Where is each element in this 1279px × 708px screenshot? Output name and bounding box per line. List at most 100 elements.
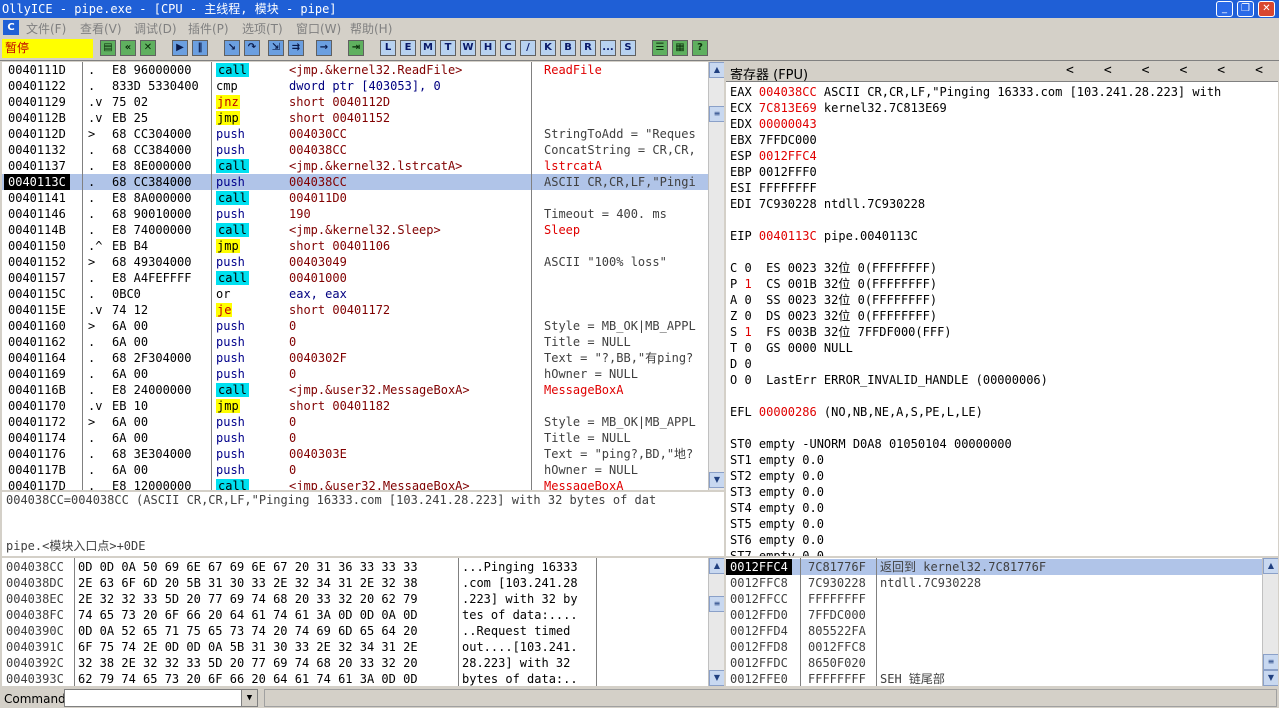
disasm-row[interactable]: 00401170 .v EB 10 jmp short 00401182 — [2, 398, 708, 414]
stack-row[interactable]: 0012FFCC FFFFFFFF — [726, 591, 1262, 607]
register-line[interactable]: ST2 empty 0.0 — [730, 468, 824, 484]
menu-debug[interactable]: 调试(D) — [134, 20, 177, 37]
register-line[interactable]: ST3 empty 0.0 — [730, 484, 824, 500]
disasm-row[interactable]: 00401174. 6A 00 push 0 Title = NULL — [2, 430, 708, 446]
stack-scroll-down-icon[interactable]: ▼ — [1263, 670, 1278, 686]
stack-row[interactable]: 0012FFD8 0012FFC8 — [726, 639, 1262, 655]
restart-icon[interactable]: « — [120, 40, 136, 56]
disasm-scrollbar[interactable]: ▲ ≡ ▼ — [708, 62, 724, 490]
register-line[interactable]: EAX 004038CC ASCII CR,CR,LF,"Pinging 163… — [730, 84, 1221, 100]
disasm-row[interactable]: 00401146. 68 90010000 push 190 Timeout = 400… — [2, 206, 708, 222]
references-window-button[interactable]: R — [580, 40, 596, 56]
register-line[interactable]: ECX 7C813E69 kernel32.7C813E69 — [730, 100, 947, 116]
menu-options[interactable]: 选项(T) — [242, 20, 283, 37]
windows-window-button[interactable]: W — [460, 40, 476, 56]
register-line[interactable]: O 0 LastErr ERROR_INVALID_HANDLE (000000… — [730, 372, 1048, 388]
register-line[interactable]: Z 0 DS 0023 32位 0(FFFFFFFF) — [730, 308, 937, 324]
stack-row[interactable]: 0012FFE0 FFFFFFFF SEH 链尾部 — [726, 671, 1262, 686]
register-line[interactable]: ST6 empty 0.0 — [730, 532, 824, 548]
handles-window-button[interactable]: H — [480, 40, 496, 56]
memory-window-button[interactable]: M — [420, 40, 436, 56]
register-line[interactable]: ST5 empty 0.0 — [730, 516, 824, 532]
disasm-row[interactable]: 00401150 .^ EB B4 jmp short 00401106 — [2, 238, 708, 254]
memory-dump-pane[interactable]: 004038CC 0D 0D 0A 50 69 6E 67 69 6E 67 20… — [2, 556, 724, 686]
dump-scroll-thumb[interactable]: ≡ — [709, 596, 724, 612]
disasm-row[interactable]: 00401164. 68 2F304000 push 0040302F Text = "… — [2, 350, 708, 366]
register-line[interactable]: P 1 CS 001B 32位 0(FFFFFFFF) — [730, 276, 937, 292]
menu-window[interactable]: 窗口(W) — [296, 20, 341, 37]
disasm-row[interactable]: 00401162. 6A 00 push 0 Title = NULL — [2, 334, 708, 350]
dump-scrollbar[interactable]: ▲ ≡ ▼ — [708, 558, 724, 686]
register-line[interactable]: EBX 7FFDC000 — [730, 132, 817, 148]
register-line[interactable]: D 0 — [730, 356, 752, 372]
disasm-row[interactable]: 00401129 .v 75 02 jnz short 0040112D — [2, 94, 708, 110]
menu-plugins[interactable]: 插件(P) — [188, 20, 229, 37]
register-line[interactable]: ESP 0012FFC4 — [730, 148, 817, 164]
register-line[interactable]: ST7 empty 0.0 — [730, 548, 824, 556]
help-icon[interactable]: ? — [692, 40, 708, 56]
execute-till-return-icon[interactable]: → — [316, 40, 332, 56]
disasm-row[interactable]: 00401122. 833D 5330400 cmp dword ptr [40305… — [2, 78, 708, 94]
register-line[interactable]: EBP 0012FFF0 — [730, 164, 817, 180]
list-icon[interactable]: ☰ — [652, 40, 668, 56]
step-over-icon[interactable]: ↷ — [244, 40, 260, 56]
disasm-row[interactable]: 0040116B. E8 24000000 call <jmp.&user32.Mes… — [2, 382, 708, 398]
scroll-up-icon[interactable]: ▲ — [709, 62, 724, 78]
log-window-button[interactable]: L — [380, 40, 396, 56]
grid-icon[interactable]: ▦ — [672, 40, 688, 56]
run-icon[interactable]: ▶ — [172, 40, 188, 56]
scroll-thumb[interactable]: ≡ — [709, 106, 724, 122]
command-input[interactable]: ▼ — [64, 689, 258, 707]
register-line[interactable]: ST1 empty 0.0 — [730, 452, 824, 468]
disasm-row[interactable]: 00401160 >6A 00 push 0 Style = MB_OK|MB_APPL — [2, 318, 708, 334]
trace-into-icon[interactable]: ⇲ — [268, 40, 284, 56]
disasm-row[interactable]: 0040112D >68 CC304000 push 004030CC StringTo… — [2, 126, 708, 142]
disasm-row[interactable]: 0040112B .v EB 25 jmp short 00401152 — [2, 110, 708, 126]
disasm-row[interactable]: 00401172 >6A 00 push 0 Style = MB_OK|MB_APPL — [2, 414, 708, 430]
dump-row[interactable]: 004038FC 74 65 73 20 6F 66 20 64 61 74 61… — [2, 607, 708, 623]
stack-row[interactable]: 0012FFD0 7FFDC000 — [726, 607, 1262, 623]
cpu-window-button[interactable]: C — [500, 40, 516, 56]
disasm-row[interactable]: 0040114B. E8 74000000 call <jmp.&kernel32.S… — [2, 222, 708, 238]
register-line[interactable]: EDI 7C930228 ntdll.7C930228 — [730, 196, 925, 212]
dump-scroll-down-icon[interactable]: ▼ — [709, 670, 724, 686]
stack-row[interactable]: 0012FFC8 7C930228 ntdll.7C930228 — [726, 575, 1262, 591]
disasm-row[interactable]: 0040117B. 6A 00 push 0 hOwner = NULL — [2, 462, 708, 478]
menu-view[interactable]: 查看(V) — [80, 20, 122, 37]
source-window-button[interactable]: S — [620, 40, 636, 56]
dump-row[interactable]: 004038EC 2E 32 32 33 5D 20 77 69 74 68 20… — [2, 591, 708, 607]
dump-row[interactable]: 004038CC 0D 0D 0A 50 69 6E 67 69 6E 67 20… — [2, 559, 708, 575]
stack-scroll-thumb[interactable]: ≡ — [1263, 654, 1278, 670]
register-line[interactable]: S 1 FS 003B 32位 7FFDF000(FFF) — [730, 324, 952, 340]
threads-window-button[interactable]: T — [440, 40, 456, 56]
disasm-row[interactable]: 0040115E .v 74 12 je short 00401172 — [2, 302, 708, 318]
scroll-down-icon[interactable]: ▼ — [709, 472, 724, 488]
step-into-icon[interactable]: ↘ — [224, 40, 240, 56]
disasm-row[interactable]: 0040117D. E8 12000000 call <jmp.&user32.Mes… — [2, 478, 708, 490]
dump-row[interactable]: 0040392C 32 38 2E 32 32 33 5D 20 77 69 74… — [2, 655, 708, 671]
stack-row[interactable]: 0012FFD4 805522FA — [726, 623, 1262, 639]
stack-scrollbar[interactable]: ▲ ≡ ▼ — [1262, 558, 1278, 686]
runtrace-window-button[interactable]: ... — [600, 40, 616, 56]
dump-row[interactable]: 0040393C 62 79 74 65 73 20 6F 66 20 64 61… — [2, 671, 708, 686]
disasm-row[interactable]: 0040111D. E8 96000000 call <jmp.&kernel32.R… — [2, 62, 708, 78]
registers-pane[interactable]: 寄存器 (FPU) <<<<<< EAX 004038CC ASCII CR,C… — [726, 62, 1278, 556]
dump-row[interactable]: 0040390C 0D 0A 52 65 71 75 65 73 74 20 74… — [2, 623, 708, 639]
close-debug-icon[interactable]: ✕ — [140, 40, 156, 56]
menu-help[interactable]: 帮助(H) — [350, 20, 392, 37]
app-icon[interactable]: C — [3, 20, 19, 35]
dump-scroll-up-icon[interactable]: ▲ — [709, 558, 724, 574]
register-line[interactable]: ESI FFFFFFFF — [730, 180, 817, 196]
register-line[interactable]: C 0 ES 0023 32位 0(FFFFFFFF) — [730, 260, 937, 276]
register-line[interactable]: EFL 00000286 (NO,NB,NE,A,S,PE,L,LE) — [730, 404, 983, 420]
register-line[interactable]: EIP 0040113C pipe.0040113C — [730, 228, 918, 244]
disassembly-pane[interactable]: 0040111D. E8 96000000 call <jmp.&kernel32.R… — [2, 62, 724, 490]
register-line[interactable]: A 0 SS 0023 32位 0(FFFFFFFF) — [730, 292, 937, 308]
disasm-row[interactable]: 0040115C. 0BC0 or eax, eax — [2, 286, 708, 302]
dump-row[interactable]: 004038DC 2E 63 6F 6D 20 5B 31 30 33 2E 32… — [2, 575, 708, 591]
disasm-row[interactable]: 00401157. E8 A4FEFFFF call 00401000 — [2, 270, 708, 286]
register-line[interactable]: ST4 empty 0.0 — [730, 500, 824, 516]
register-line[interactable]: T 0 GS 0000 NULL — [730, 340, 853, 356]
register-line[interactable]: EDX 00000043 — [730, 116, 817, 132]
callstack-window-button[interactable]: K — [540, 40, 556, 56]
